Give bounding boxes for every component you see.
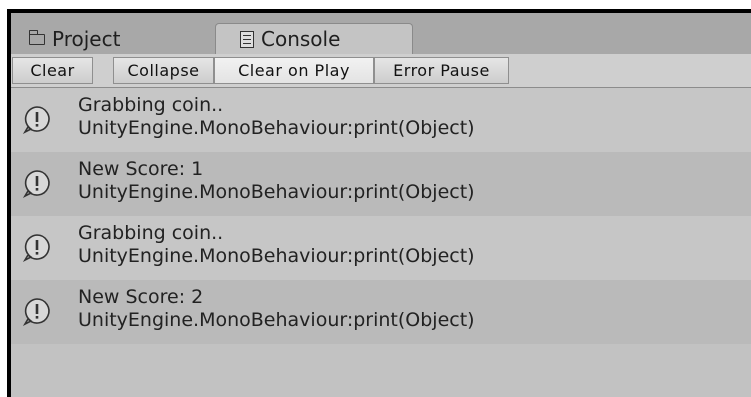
log-stacktrace: UnityEngine.MonoBehaviour:print(Object) [78, 309, 475, 331]
folder-icon [28, 30, 45, 45]
log-message: New Score: 2 [78, 286, 204, 308]
console-panel: Project Console Clear Collapse Clear on … [11, 13, 751, 397]
log-list: Grabbing coin.. UnityEngine.MonoBehaviou… [11, 88, 751, 397]
console-toolbar: Clear Collapse Clear on Play Error Pause [11, 54, 751, 88]
tab-project[interactable]: Project [15, 23, 195, 54]
clear-on-play-button[interactable]: Clear on Play [214, 57, 374, 84]
info-icon [22, 106, 50, 134]
info-icon [22, 298, 50, 326]
console-window-frame: Project Console Clear Collapse Clear on … [7, 9, 751, 397]
log-message: Grabbing coin.. [78, 94, 224, 116]
log-stacktrace: UnityEngine.MonoBehaviour:print(Object) [78, 181, 475, 203]
tab-console[interactable]: Console [215, 23, 413, 54]
clear-button[interactable]: Clear [12, 57, 93, 84]
tab-project-label: Project [52, 26, 121, 51]
log-entry[interactable]: New Score: 2 UnityEngine.MonoBehaviour:p… [11, 280, 751, 344]
log-message: New Score: 1 [78, 158, 204, 180]
console-icon [240, 30, 254, 48]
tab-bar: Project Console [11, 13, 751, 54]
collapse-button[interactable]: Collapse [113, 57, 214, 84]
log-stacktrace: UnityEngine.MonoBehaviour:print(Object) [78, 117, 475, 139]
info-icon [22, 234, 50, 262]
log-entry[interactable]: Grabbing coin.. UnityEngine.MonoBehaviou… [11, 216, 751, 280]
log-entry[interactable]: New Score: 1 UnityEngine.MonoBehaviour:p… [11, 152, 751, 216]
log-message: Grabbing coin.. [78, 222, 224, 244]
info-icon [22, 170, 50, 198]
log-stacktrace: UnityEngine.MonoBehaviour:print(Object) [78, 245, 475, 267]
log-entry[interactable]: Grabbing coin.. UnityEngine.MonoBehaviou… [11, 88, 751, 152]
error-pause-button[interactable]: Error Pause [374, 57, 509, 84]
tab-console-label: Console [261, 27, 341, 51]
